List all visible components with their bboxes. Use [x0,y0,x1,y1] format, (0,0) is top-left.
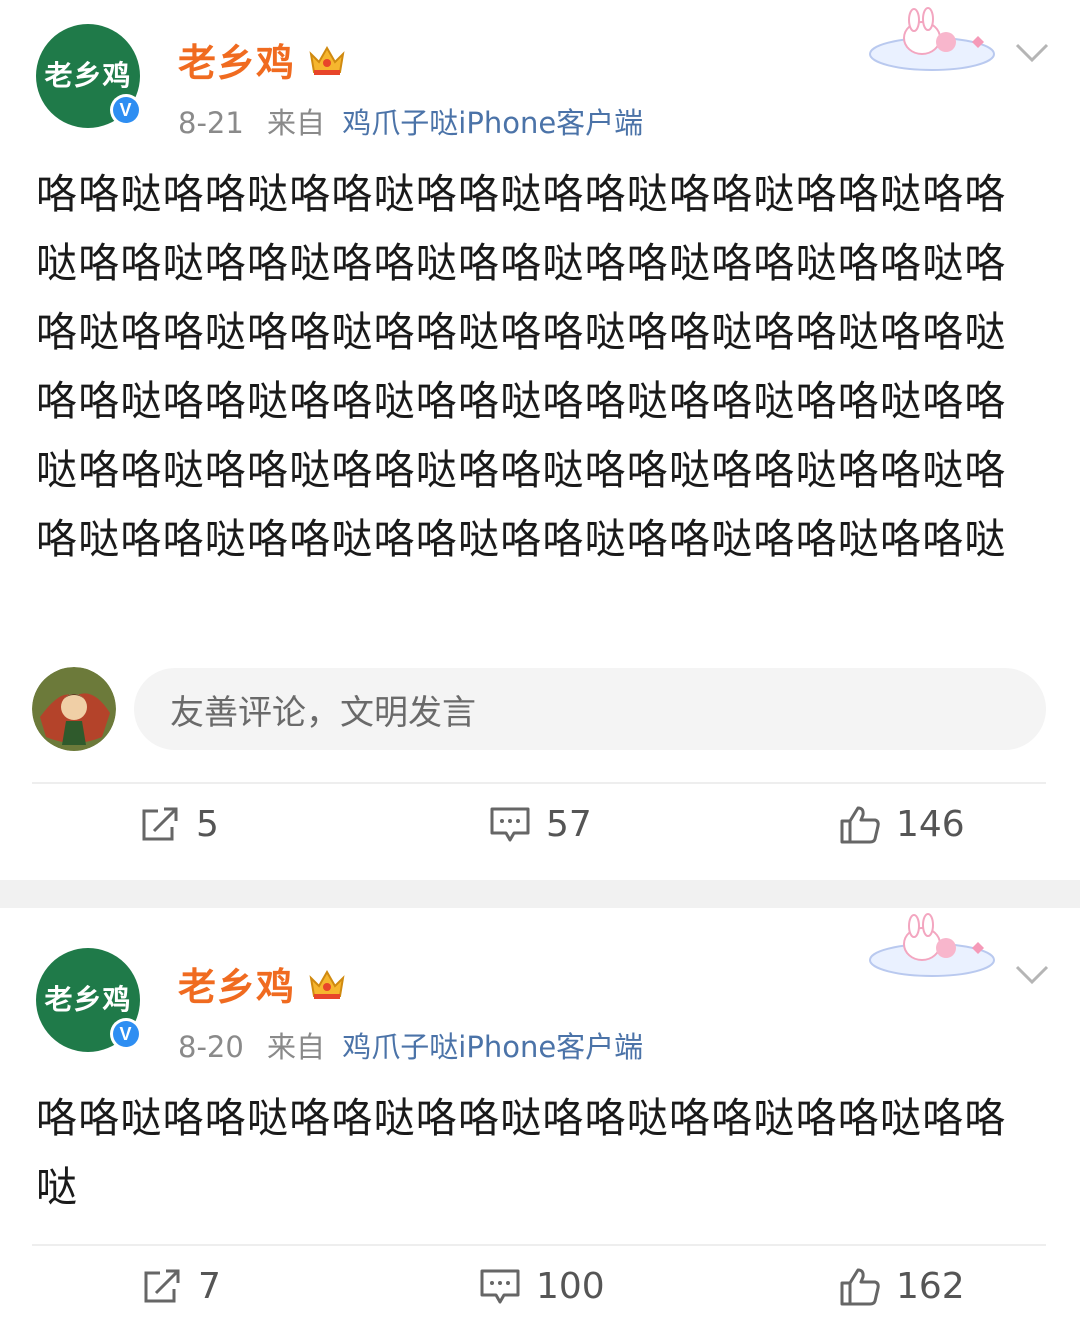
comment-button[interactable]: 57 [488,804,592,845]
chevron-down-icon[interactable] [1014,964,1050,986]
comment-button[interactable]: 100 [478,1266,605,1307]
verified-badge-icon: V [110,1018,142,1050]
from-label: 来自 [267,1030,326,1064]
feed-separator [0,880,1080,908]
current-user-avatar[interactable] [32,667,116,751]
repost-button[interactable]: 5 [138,804,219,845]
client-source-link[interactable]: 鸡爪子哒iPhone客户端 [342,106,643,140]
repost-count: 5 [196,804,219,845]
comment-icon [480,1269,520,1303]
like-button[interactable]: 162 [838,1266,965,1307]
post-date: 8-21 [178,106,244,140]
like-count: 146 [896,804,965,845]
author-name[interactable]: 老乡鸡 [178,956,347,1011]
client-source-link[interactable]: 鸡爪子哒iPhone客户端 [342,1030,643,1064]
like-count: 162 [896,1266,965,1307]
author-avatar[interactable]: 老乡鸡 V [36,24,142,128]
repost-button[interactable]: 7 [140,1266,221,1307]
bunny-cloud-decoration-icon [869,913,995,977]
repost-icon [142,807,178,840]
author-avatar[interactable]: 老乡鸡 V [36,948,142,1052]
post-meta: 8-21 来自 鸡爪子哒iPhone客户端 [178,100,643,142]
post-date: 8-20 [178,1030,244,1064]
chevron-down-icon[interactable] [1014,42,1050,64]
avatar-text: 老乡鸡 [44,59,132,92]
like-button[interactable]: 146 [838,804,965,845]
comment-count: 57 [546,804,592,845]
crown-badge-icon [309,45,345,75]
weibo-post-1: 老乡鸡 V 老乡鸡 8-21 来自 鸡爪子哒iPhone客户端 咯咯哒咯咯哒咯咯… [0,0,1080,880]
avatar-text: 老乡鸡 [44,983,132,1016]
author-name[interactable]: 老乡鸡 [178,32,347,87]
post-content: 咯咯哒咯咯哒咯咯哒咯咯哒咯咯哒咯咯哒咯咯哒咯咯哒 [36,1094,1007,1211]
post-content: 咯咯哒咯咯哒咯咯哒咯咯哒咯咯哒咯咯哒咯咯哒咯咯哒咯咯哒咯咯哒咯咯哒咯咯哒咯咯哒咯… [36,170,1007,563]
action-bar: 5 57 146 [0,804,1080,864]
thumbs-up-icon [840,806,880,843]
bunny-cloud-decoration-icon [869,7,995,71]
comment-placeholder: 友善评论，文明发言 [170,692,476,733]
comment-composer: 友善评论，文明发言 [32,666,1046,752]
post-meta: 8-20 来自 鸡爪子哒iPhone客户端 [178,1024,643,1066]
author-name-text[interactable]: 老乡鸡 [178,956,295,1011]
thumbs-up-icon [840,1268,880,1305]
author-name-text[interactable]: 老乡鸡 [178,32,295,87]
divider [32,1244,1046,1246]
comment-icon [490,807,530,841]
action-bar: 7 100 162 [0,1266,1080,1326]
repost-count: 7 [198,1266,221,1307]
repost-icon [144,1269,180,1302]
divider [32,782,1046,784]
comment-count: 100 [536,1266,605,1307]
weibo-post-2: 老乡鸡 V 老乡鸡 8-20 来自 鸡爪子哒iPhone客户端 咯咯哒咯咯哒咯咯… [0,908,1080,1319]
crown-badge-icon [309,969,345,999]
comment-input[interactable]: 友善评论，文明发言 [134,668,1046,750]
from-label: 来自 [267,106,326,140]
verified-badge-icon: V [110,94,142,126]
